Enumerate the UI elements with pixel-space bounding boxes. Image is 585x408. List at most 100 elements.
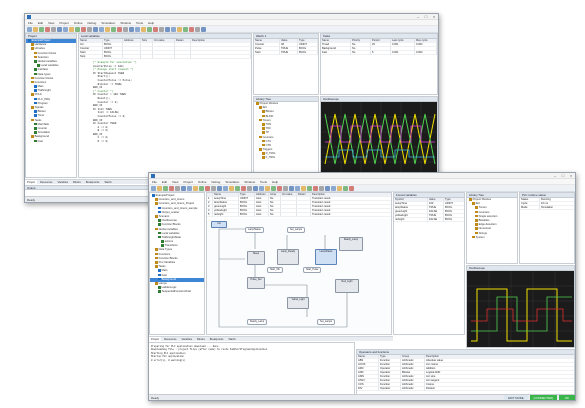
menu-item-file[interactable]: File bbox=[152, 180, 157, 184]
bottom-tab[interactable]: Variables bbox=[55, 180, 70, 184]
toolbar-button[interactable] bbox=[159, 26, 164, 32]
table-cell[interactable]: Arithmetic bbox=[401, 387, 425, 391]
toolbar-button[interactable] bbox=[193, 185, 198, 191]
code-editor[interactable]: (* Example for simulation *) CounterPulse… bbox=[79, 59, 251, 144]
menu-item-view[interactable]: View bbox=[48, 21, 54, 25]
toolbar-button[interactable] bbox=[211, 185, 216, 191]
sfc-block-pulse-set[interactable]: Pulse_Set bbox=[247, 277, 265, 289]
sfc-block-ready-lamp[interactable]: Ready_Lamp bbox=[339, 237, 363, 251]
toolbar-button[interactable] bbox=[141, 26, 146, 32]
menu-item-help[interactable]: Help bbox=[272, 180, 278, 184]
toolbar-button[interactable] bbox=[39, 26, 44, 32]
bottom-tab[interactable]: Watch bbox=[226, 337, 237, 341]
menu-item-project[interactable]: Project bbox=[59, 21, 68, 25]
toolbar-button[interactable] bbox=[331, 185, 336, 191]
menu-item-view[interactable]: View bbox=[172, 180, 178, 184]
toolbar-button[interactable] bbox=[343, 185, 348, 191]
toolbar-button[interactable] bbox=[247, 185, 252, 191]
operators-table[interactable]: Name Type Group Description ABS Function Arith… bbox=[357, 355, 574, 391]
sfc-diagram[interactable]: Init Sleep Lamp_Ready LampStatus Ready_L… bbox=[207, 219, 391, 334]
oscilloscope-plot[interactable] bbox=[321, 102, 438, 178]
menu-item-window[interactable]: Window bbox=[244, 180, 255, 184]
sfc-node[interactable]: Ready_Lamp bbox=[247, 319, 268, 325]
bottom-tab[interactable]: Blocks bbox=[195, 337, 207, 341]
sfc-block-lamp-ready[interactable]: Lamp_Ready bbox=[277, 249, 299, 265]
sfc-block-lamp-status[interactable]: LampStatus bbox=[315, 249, 337, 265]
toolbar-button[interactable] bbox=[313, 185, 318, 191]
menu-item-tools[interactable]: Tools bbox=[260, 180, 267, 184]
menu-item-online[interactable]: Online bbox=[74, 21, 83, 25]
minimize-icon[interactable]: – bbox=[414, 14, 422, 20]
toolbar-button[interactable] bbox=[187, 185, 192, 191]
sfc-block-sleep[interactable]: Sleep bbox=[247, 251, 265, 265]
bottom-tab[interactable]: Resources bbox=[162, 337, 178, 341]
toolbar-button[interactable] bbox=[319, 185, 324, 191]
tree-item[interactable]: SequentialFunctionChart bbox=[150, 290, 204, 294]
table-cell[interactable]: 0.001 bbox=[391, 51, 415, 55]
variables-table[interactable]: Name Type Address Size Init value Retain Descr… bbox=[79, 39, 251, 59]
toolbar-button[interactable] bbox=[283, 185, 288, 191]
bottom-tab[interactable]: Project bbox=[25, 180, 38, 184]
menu-item-file[interactable]: File bbox=[28, 21, 33, 25]
toolbar-button[interactable] bbox=[157, 185, 162, 191]
bottom-tab[interactable]: Project bbox=[149, 337, 162, 341]
toolbar-button[interactable] bbox=[57, 26, 62, 32]
toolbar-button[interactable] bbox=[169, 185, 174, 191]
forced-variables-table[interactable]: Symbol Value Type setupTime 100 UDINT lampStat… bbox=[394, 198, 464, 222]
toolbar-button[interactable] bbox=[129, 26, 134, 32]
close-icon[interactable]: × bbox=[567, 173, 575, 179]
toolbar-button[interactable] bbox=[201, 26, 206, 32]
toolbar-button[interactable] bbox=[205, 185, 210, 191]
toolbar-button[interactable] bbox=[183, 26, 188, 32]
sfc-node[interactable]: Set_Lamps bbox=[317, 319, 336, 325]
tree-item[interactable]: F_TRIG bbox=[254, 156, 318, 160]
menu-item-window[interactable]: Window bbox=[120, 21, 131, 25]
table-cell[interactable]: BOOL bbox=[239, 213, 255, 217]
sfc-node[interactable]: Start_Pulse bbox=[303, 267, 322, 273]
table-cell[interactable]: redLight bbox=[213, 213, 239, 217]
toolbar-button[interactable] bbox=[253, 185, 258, 191]
menu-item-edit[interactable]: Edit bbox=[38, 21, 43, 25]
menu-item-simulation[interactable]: Simulation bbox=[225, 180, 239, 184]
toolbar-button[interactable] bbox=[259, 185, 264, 191]
oscilloscope-plot[interactable] bbox=[467, 271, 575, 348]
minimize-icon[interactable]: – bbox=[551, 173, 559, 179]
toolbar-button[interactable] bbox=[271, 185, 276, 191]
toolbar-button[interactable] bbox=[241, 185, 246, 191]
bottom-tab[interactable]: Watch bbox=[102, 180, 113, 184]
close-icon[interactable]: × bbox=[430, 14, 438, 20]
bottom-tab[interactable]: Breakpoints bbox=[84, 180, 102, 184]
toolbar-button[interactable] bbox=[69, 26, 74, 32]
toolbar-button[interactable] bbox=[307, 185, 312, 191]
table-cell[interactable]: No bbox=[269, 213, 281, 217]
toolbar-button[interactable] bbox=[117, 26, 122, 32]
toolbar-button[interactable] bbox=[111, 26, 116, 32]
toolbar-button[interactable] bbox=[349, 185, 354, 191]
table-cell[interactable]: 5 bbox=[371, 51, 391, 55]
menu-item-simulation[interactable]: Simulation bbox=[101, 21, 115, 25]
toolbar-button[interactable] bbox=[87, 26, 92, 32]
table-cell[interactable]: Transition result bbox=[311, 213, 391, 217]
table-cell[interactable] bbox=[153, 55, 175, 59]
table-cell[interactable]: FALSE bbox=[428, 218, 444, 222]
tree-item[interactable]: Fast bbox=[26, 139, 76, 144]
table-cell[interactable]: DIV bbox=[357, 387, 379, 391]
menu-item-tools[interactable]: Tools bbox=[136, 21, 143, 25]
toolbar-button[interactable] bbox=[51, 26, 56, 32]
menu-item-debug[interactable]: Debug bbox=[211, 180, 220, 184]
table-cell[interactable] bbox=[123, 55, 141, 59]
toolbar-button[interactable] bbox=[165, 26, 170, 32]
tasks-table[interactable]: Name Priority Period Last cycle Max cycle Tim… bbox=[321, 39, 437, 55]
toolbar-button[interactable] bbox=[171, 26, 176, 32]
table-cell[interactable] bbox=[141, 55, 153, 59]
toolbar-button[interactable] bbox=[147, 26, 152, 32]
table-cell[interactable]: BOOL bbox=[444, 218, 464, 222]
toolbar-button[interactable] bbox=[277, 185, 282, 191]
table-cell[interactable]: Stop bbox=[79, 55, 103, 59]
sfc-node[interactable]: Set_Lamps bbox=[287, 227, 306, 233]
tree-item[interactable]: System bbox=[467, 235, 517, 240]
table-cell[interactable]: BOOL bbox=[103, 55, 123, 59]
toolbar-button[interactable] bbox=[337, 185, 342, 191]
toolbar-button[interactable] bbox=[45, 26, 50, 32]
table-cell[interactable]: Operator bbox=[379, 387, 401, 391]
